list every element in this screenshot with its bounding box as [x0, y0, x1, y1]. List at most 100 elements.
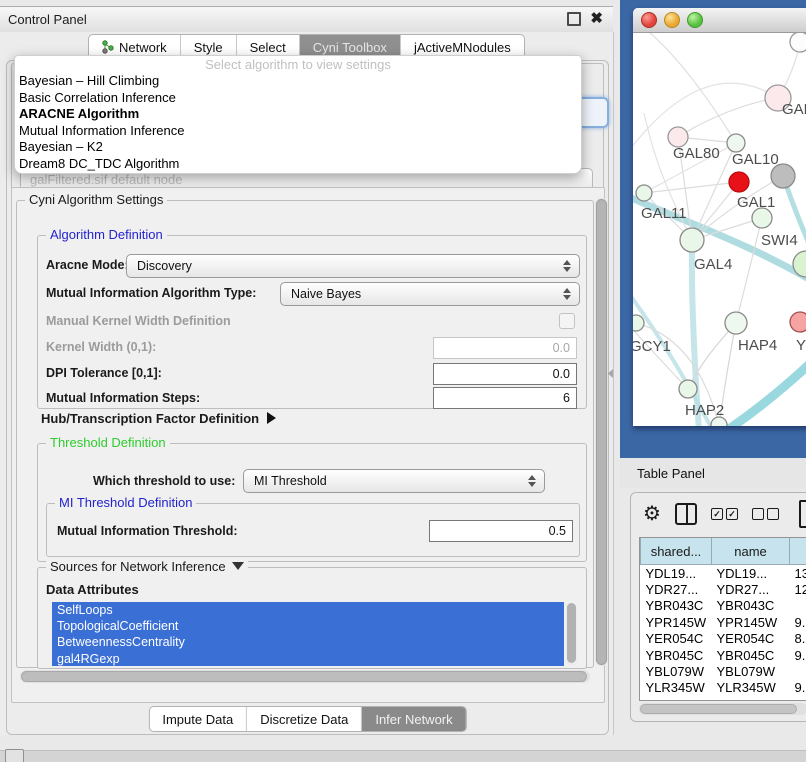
hub-definition-toggle[interactable]: Hub/Transcription Factor Definition: [41, 411, 276, 426]
network-node-gal11[interactable]: [636, 185, 652, 201]
table-row[interactable]: YLR345WYLR345W9.: [641, 680, 806, 696]
table-row[interactable]: YDR27...YDR27...12: [641, 581, 806, 597]
table-h-scrollbar[interactable]: [639, 703, 806, 715]
dropdown-option[interactable]: Basic Correlation Inference: [15, 90, 581, 107]
float-panel-icon[interactable]: [567, 12, 581, 26]
table-row[interactable]: YBR045CYBR045C9.: [641, 647, 806, 663]
network-node-gal10[interactable]: [727, 134, 745, 152]
cyni-settings-panel: Cyni Algorithm Settings Algorithm Defini…: [11, 187, 605, 703]
mi-steps-field[interactable]: 6: [433, 387, 577, 409]
node-label: Y: [796, 337, 806, 354]
attribute-list-item[interactable]: gal4RGexp: [52, 651, 564, 666]
dpi-tolerance-field[interactable]: 0.0: [433, 363, 577, 385]
data-attributes-list[interactable]: SelfLoopsTopologicalCoefficientBetweenne…: [52, 602, 564, 666]
mi-steps-label: Mutual Information Steps:: [46, 391, 200, 405]
table-panel-title: Table Panel: [637, 466, 705, 481]
tab-infer-network[interactable]: Infer Network: [362, 707, 465, 731]
network-node[interactable]: [729, 172, 749, 192]
close-panel-icon[interactable]: ✖: [590, 14, 603, 24]
node-table[interactable]: shared...nameA YDL19...YDL19...13YDR27..…: [639, 537, 806, 701]
which-threshold-select[interactable]: MI Threshold: [243, 469, 545, 493]
network-node-gcy1[interactable]: [633, 315, 644, 331]
tab-impute-data[interactable]: Impute Data: [149, 707, 247, 731]
network-node-gal80[interactable]: [668, 127, 688, 147]
dropdown-option[interactable]: Bayesian – K2: [15, 139, 581, 156]
columns-icon[interactable]: [675, 503, 697, 525]
tab-discretize-data[interactable]: Discretize Data: [247, 707, 362, 731]
attribute-list-item[interactable]: SelfLoops: [52, 602, 564, 618]
window-close-icon[interactable]: [641, 12, 657, 28]
table-row[interactable]: YIL052CYIL052C9: [641, 696, 806, 701]
table-toolbar: ⚙ ✓✓: [631, 493, 806, 535]
manual-kernel-label: Manual Kernel Width Definition: [46, 314, 231, 328]
status-strip: [0, 750, 806, 762]
table-row[interactable]: YBL079WYBL079W: [641, 663, 806, 679]
kernel-width-field[interactable]: 0.0: [433, 337, 577, 359]
sources-title[interactable]: Sources for Network Inference: [46, 559, 248, 574]
group-title: Cyni Algorithm Settings: [25, 192, 167, 207]
column-header[interactable]: A: [790, 538, 806, 565]
table-panel-titlebar: Table Panel: [620, 458, 806, 488]
table-panel: ⚙ ✓✓ shared...nameA YDL19...YDL19...13YD…: [630, 492, 806, 722]
algorithm-definition-title: Algorithm Definition: [46, 227, 167, 242]
settings-scrollbar[interactable]: [595, 198, 608, 666]
node-label: GAL11: [641, 205, 687, 222]
mi-threshold-definition-title: MI Threshold Definition: [55, 495, 196, 510]
aracne-mode-select[interactable]: Discovery: [126, 254, 580, 278]
cyni-bottom-tabbar: Impute DataDiscretize DataInfer Network: [7, 706, 608, 732]
dropdown-option[interactable]: ARACNE Algorithm: [15, 106, 581, 123]
window-zoom-icon[interactable]: [687, 12, 703, 28]
stepper-arrows-icon: [524, 475, 540, 487]
kernel-width-label: Kernel Width (0,1):: [46, 340, 156, 354]
node-label: GAL10: [732, 151, 779, 168]
node-label: GAL1: [737, 194, 775, 211]
dropdown-option[interactable]: Dream8 DC_TDC Algorithm: [15, 156, 581, 173]
attribute-list-item[interactable]: TopologicalCoefficient: [52, 618, 564, 634]
table-row[interactable]: YPR145WYPR145W9.: [641, 614, 806, 630]
expand-arrow-icon: [267, 412, 276, 424]
app-window: Control Panel ✖ NetworkStyleSelectCyni T…: [0, 0, 806, 762]
window-minimize-icon[interactable]: [664, 12, 680, 28]
select-all-icon[interactable]: ✓✓: [711, 508, 738, 520]
collapse-arrow-icon: [232, 562, 244, 570]
network-node-y[interactable]: [790, 312, 806, 332]
manual-kernel-checkbox[interactable]: [559, 313, 575, 329]
mi-threshold-definition-group: MI Threshold Definition Mutual Informati…: [46, 503, 580, 557]
network-node[interactable]: [790, 33, 806, 52]
network-node[interactable]: [771, 164, 795, 188]
mi-type-select[interactable]: Naive Bayes: [280, 282, 580, 306]
control-panel-titlebar: Control Panel ✖: [0, 6, 613, 33]
corner-box-icon[interactable]: [5, 749, 24, 762]
gear-icon[interactable]: ⚙: [643, 504, 661, 524]
attribute-list-item[interactable]: BetweennessCentrality: [52, 634, 564, 650]
column-header[interactable]: name: [712, 538, 790, 565]
deselect-all-icon[interactable]: [752, 508, 779, 520]
node-label: GAL: [782, 101, 806, 118]
node-label: GAL4: [694, 256, 732, 273]
network-node-hap2[interactable]: [679, 380, 697, 398]
column-header[interactable]: shared...: [641, 538, 712, 565]
algorithm-dropdown-popup: Select algorithm to view settings Bayesi…: [14, 55, 582, 174]
mi-threshold-field[interactable]: 0.5: [429, 520, 573, 542]
new-table-icon[interactable]: [799, 500, 806, 528]
stepper-arrows-icon: [559, 288, 575, 300]
dropdown-option[interactable]: Mutual Information Inference: [15, 123, 581, 140]
aracne-mode-label: Aracne Mode:: [46, 258, 129, 272]
network-node-gal4[interactable]: [680, 228, 704, 252]
network-node-gal1[interactable]: [752, 208, 772, 228]
cyni-algorithm-settings-group: Cyni Algorithm Settings Algorithm Defini…: [16, 200, 594, 668]
dropdown-option[interactable]: Bayesian – Hill Climbing: [15, 73, 581, 90]
network-node-hap4[interactable]: [725, 312, 747, 334]
network-window-titlebar: [633, 8, 806, 33]
network-canvas[interactable]: GALGAL80GAL10GAL1GAL11GAL4SWI4GCY1HAP4YH…: [633, 33, 806, 426]
control-panel-title: Control Panel: [8, 12, 87, 27]
stepper-arrows-icon: [559, 260, 575, 272]
table-row[interactable]: YDL19...YDL19...13: [641, 565, 806, 582]
node-label: SWI4: [761, 232, 798, 249]
table-row[interactable]: YBR043CYBR043C: [641, 598, 806, 614]
network-window: GALGAL80GAL10GAL1GAL11GAL4SWI4GCY1HAP4YH…: [633, 8, 806, 426]
settings-h-scrollbar[interactable]: [20, 670, 590, 683]
dropdown-placeholder: Select algorithm to view settings: [15, 56, 581, 73]
list-scrollbar[interactable]: [566, 602, 577, 666]
table-row[interactable]: YER054CYER054C8.: [641, 631, 806, 647]
